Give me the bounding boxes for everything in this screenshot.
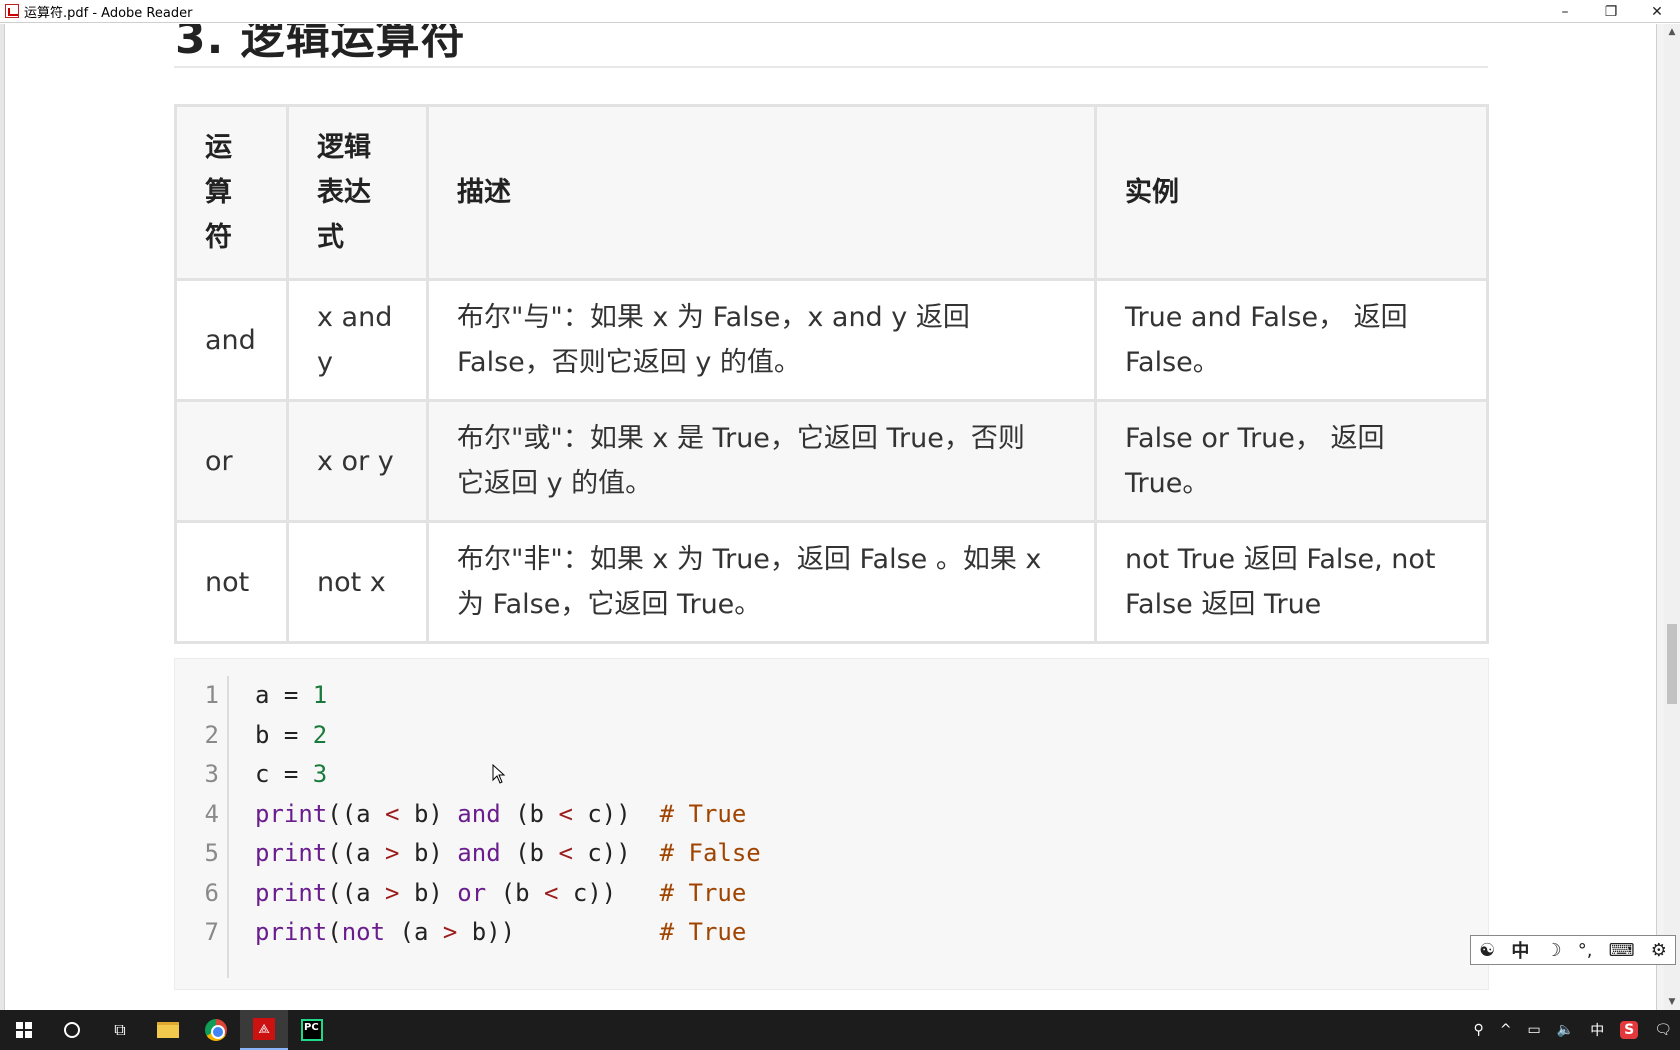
line-number: 5	[204, 839, 219, 867]
cell-operator: or	[174, 399, 289, 523]
cell-expression: x and y	[286, 278, 429, 402]
line-number: 4	[204, 799, 219, 828]
task-view-button[interactable]: ⧉	[96, 1010, 144, 1050]
people-icon[interactable]: ⚲	[1474, 1022, 1484, 1038]
scroll-down-icon[interactable]: ▼	[1664, 994, 1680, 1010]
cell-expression-text: x and y	[317, 302, 393, 378]
start-button[interactable]	[0, 1010, 48, 1050]
code-text: print((a > b) and (b < c)) # False	[255, 839, 761, 867]
cell-expression: not x	[286, 520, 429, 644]
cell-description-text: 布尔"非"：如果 x 为 True，返回 False 。如果 x 为 False…	[457, 544, 1042, 620]
pycharm-icon: PC	[301, 1019, 323, 1041]
gear-icon[interactable]: ⚙	[1651, 940, 1667, 961]
notification-icon[interactable]: 🗨	[1654, 1022, 1672, 1038]
keyboard-icon[interactable]: ⌨	[1609, 940, 1635, 961]
mouse-cursor-icon	[492, 764, 506, 784]
header-expression-text: 逻辑 表达 式	[317, 132, 371, 253]
scroll-up-icon[interactable]: ▲	[1664, 24, 1680, 40]
task-view-icon: ⧉	[114, 1020, 126, 1039]
cell-operator: not	[174, 520, 289, 644]
restore-button[interactable]: ❐	[1588, 0, 1634, 23]
line-number: 2	[204, 720, 219, 749]
section-heading: 3. 逻辑运算符	[175, 24, 466, 64]
taskbar-pycharm[interactable]: PC	[288, 1010, 336, 1050]
network-icon[interactable]: ▭	[1528, 1022, 1541, 1038]
code-block: 1 a = 1 2 b = 2 3 c = 3 4 print((a < b) and (b …	[174, 658, 1489, 990]
search-circle-icon	[64, 1022, 80, 1038]
sogou-ime-icon[interactable]: S	[1620, 1021, 1639, 1039]
moon-icon[interactable]: ☽	[1545, 940, 1561, 961]
adobe-reader-taskbar-icon: ⟁	[253, 1018, 275, 1040]
line-number: 3	[204, 760, 219, 788]
line-number: 6	[204, 878, 219, 907]
search-button[interactable]	[48, 1010, 96, 1050]
ime-chinese-mode-button[interactable]: 中	[1511, 937, 1529, 963]
taskbar: ⧉ ⟁ PC ⚲ ^ ▭ 🔈 中 S 🗨	[0, 1010, 1680, 1050]
taskbar-file-explorer[interactable]	[144, 1010, 192, 1050]
cell-example-text: not True 返回 False, not False 返回 True	[1125, 544, 1436, 620]
cell-example: False or True， 返回 True。	[1094, 399, 1489, 523]
windows-logo-icon	[16, 1022, 32, 1038]
line-number: 7	[204, 918, 219, 946]
cell-example: not True 返回 False, not False 返回 True	[1094, 520, 1489, 644]
taskbar-adobe-reader[interactable]: ⟁	[240, 1010, 288, 1050]
ime-toolbar: ☯ 中 ☽ °, ⌨ ⚙	[1470, 935, 1676, 965]
close-button[interactable]: ✕	[1634, 0, 1680, 23]
header-example: 实例	[1094, 104, 1489, 281]
cell-example-text: False or True， 返回 True。	[1125, 423, 1385, 499]
title-bar: 运算符.pdf - Adobe Reader – ❐ ✕	[0, 0, 1680, 23]
cell-description: 布尔"非"：如果 x 为 True，返回 False 。如果 x 为 False…	[426, 520, 1097, 644]
cell-operator: and	[174, 278, 289, 402]
cell-description-text: 布尔"或"：如果 x 是 True，它返回 True，否则 它返回 y 的值。	[457, 423, 1025, 499]
header-operator-text: 运 算 符	[205, 132, 232, 253]
input-language-indicator[interactable]: 中	[1590, 1020, 1604, 1040]
code-text: c = 3	[255, 760, 328, 788]
header-description: 描述	[426, 104, 1097, 281]
table-row: and x and y 布尔"与"：如果 x 为 False，x and y 返…	[174, 278, 1489, 402]
window-title: 运算符.pdf - Adobe Reader	[24, 5, 193, 21]
adobe-reader-icon	[5, 4, 19, 18]
right-panel-edge	[1656, 24, 1664, 1010]
cell-description: 布尔"或"：如果 x 是 True，它返回 True，否则 它返回 y 的值。	[426, 399, 1097, 523]
document-viewport[interactable]: 3. 逻辑运算符 运 算 符 逻辑 表达 式 描述 实例 and x and y…	[0, 24, 1680, 1010]
folder-icon	[157, 1022, 179, 1038]
code-text: print((a < b) and (b < c)) # True	[255, 799, 747, 828]
volume-icon[interactable]: 🔈	[1557, 1022, 1574, 1038]
code-gutter	[227, 676, 229, 978]
code-text: print(not (a > b)) # True	[255, 918, 747, 946]
header-expression: 逻辑 表达 式	[286, 104, 429, 281]
ime-logo-icon[interactable]: ☯	[1479, 940, 1495, 961]
code-text: print((a > b) or (b < c)) # True	[255, 878, 747, 907]
window-controls: – ❐ ✕	[1542, 0, 1680, 23]
table-header-row: 运 算 符 逻辑 表达 式 描述 实例	[174, 104, 1489, 281]
cell-expression: x or y	[286, 399, 429, 523]
cell-example: True and False， 返回 False。	[1094, 278, 1489, 402]
cell-description-text: 布尔"与"：如果 x 为 False，x and y 返回 False，否则它返…	[457, 302, 970, 378]
taskbar-chrome[interactable]	[192, 1010, 240, 1050]
table-row: or x or y 布尔"或"：如果 x 是 True，它返回 True，否则 …	[174, 399, 1489, 523]
system-tray: ⚲ ^ ▭ 🔈 中 S 🗨	[1466, 1010, 1680, 1050]
chevron-up-icon[interactable]: ^	[1500, 1022, 1512, 1038]
scroll-thumb[interactable]	[1667, 624, 1677, 704]
minimize-button[interactable]: –	[1542, 0, 1588, 23]
left-panel-edge	[0, 24, 5, 1010]
punctuation-icon[interactable]: °,	[1578, 940, 1593, 961]
vertical-scrollbar[interactable]: ▲ ▼	[1664, 24, 1680, 1010]
cell-example-text: True and False， 返回 False。	[1125, 302, 1408, 378]
heading-divider	[174, 66, 1488, 68]
line-number: 1	[204, 681, 219, 709]
code-text: a = 1	[255, 681, 328, 709]
table-row: not not x 布尔"非"：如果 x 为 True，返回 False 。如果…	[174, 520, 1489, 644]
code-text: b = 2	[255, 720, 328, 749]
header-operator: 运 算 符	[174, 104, 289, 281]
chrome-icon	[205, 1019, 227, 1041]
cell-description: 布尔"与"：如果 x 为 False，x and y 返回 False，否则它返…	[426, 278, 1097, 402]
operators-table: 运 算 符 逻辑 表达 式 描述 实例 and x and y 布尔"与"：如果…	[174, 104, 1489, 644]
